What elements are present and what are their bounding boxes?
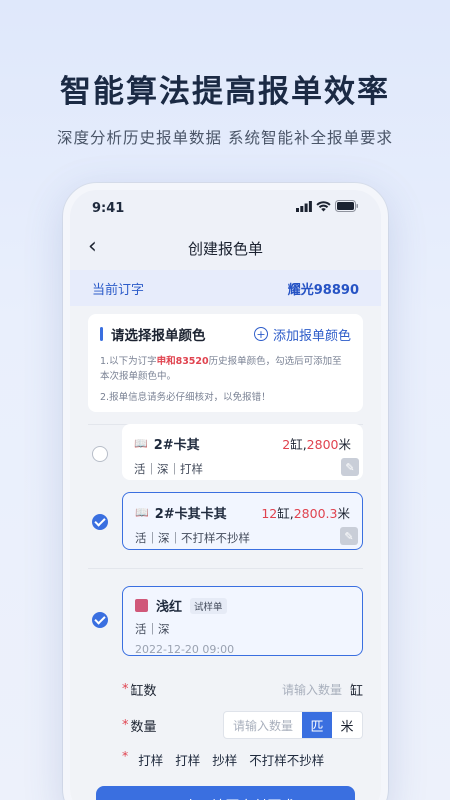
notice-line2: 2.报单信息请务必仔细核对，以免报错！ — [100, 392, 271, 403]
color-notice-card: 请选择报单颜色 + 添加报单颜色 1.以下为订字申和83520历史报单颜色，勾选… — [88, 314, 363, 412]
qty-count: 12 — [261, 506, 278, 521]
qty-unit: 米 — [337, 506, 350, 521]
plus-circle-icon: + — [253, 327, 268, 341]
signal-icon — [296, 200, 312, 216]
radio-card-1[interactable] — [92, 446, 108, 462]
vat-row: * 缸数 请输入数量 缸 — [122, 674, 363, 704]
option-sample-2[interactable]: 打样 — [173, 748, 202, 771]
card-attributes: 活｜深｜不打样不抄样 — [135, 531, 250, 545]
qty-unit: 缸, — [290, 437, 307, 452]
nav-bar: ‹ 创建报色单 — [70, 226, 381, 270]
accent-bar — [100, 327, 103, 341]
edit-icon[interactable]: ✎ — [341, 458, 359, 476]
required-mark: * — [122, 681, 129, 697]
battery-icon — [335, 200, 359, 216]
quantity-label: 数量 — [130, 719, 157, 735]
option-none[interactable]: 不打样不抄样 — [247, 748, 326, 771]
page-title: 创建报色单 — [187, 239, 263, 258]
order-label: 当前订字 — [92, 282, 145, 298]
book-icon: 📖 — [135, 506, 149, 519]
sample-attributes: 活｜深 — [135, 622, 170, 636]
quantity-input[interactable]: 请输入数量 — [224, 717, 302, 734]
notice-order-highlight: 申和83520 — [156, 356, 209, 367]
hero-subtitle: 深度分析历史报单数据 系统智能补全报单要求 — [57, 129, 393, 147]
option-sample[interactable]: 打样 — [136, 748, 165, 771]
sample-options: * 打样 打样 抄样 不打样不抄样 — [122, 748, 363, 771]
vat-label: 缸数 — [130, 683, 157, 699]
notice-title: 请选择报单颜色 — [111, 328, 206, 344]
phone-frame: 9:41 ‹ 创建报色单 当前订字 耀光98890 请选择报单颜色 + 添加报单… — [63, 183, 388, 800]
vat-input[interactable]: 请输入数量 — [282, 681, 342, 698]
required-mark: * — [122, 717, 129, 733]
sample-color-card[interactable]: 浅红 试样单 活｜深 2022-12-20 09:00 — [122, 586, 363, 656]
qty-count: 2 — [282, 437, 291, 452]
radio-sample[interactable] — [92, 612, 108, 628]
history-color-card[interactable]: 📖 2#卡其 2缸,2800米 活｜深｜打样 ✎ — [122, 424, 363, 480]
sample-date: 2022-12-20 09:00 — [135, 643, 235, 656]
wifi-icon — [316, 200, 331, 216]
vat-unit: 缸 — [349, 683, 363, 699]
unit-meter-toggle[interactable]: 米 — [332, 712, 362, 738]
notice-text: 1.以下为订字申和83520历史报单颜色，勾选后可添加至本次报单颜色中。 2.报… — [100, 354, 351, 405]
status-time: 9:41 — [92, 200, 125, 216]
card-attributes: 活｜深｜打样 — [134, 462, 203, 476]
status-icons — [296, 200, 359, 216]
radio-card-2[interactable] — [92, 514, 108, 530]
card-color-name: 2#卡其 — [153, 438, 200, 453]
option-copy[interactable]: 抄样 — [210, 748, 239, 771]
history-color-card[interactable]: 📖 2#卡其卡其 12缸,2800.3米 活｜深｜不打样不抄样 ✎ — [122, 492, 363, 550]
divider — [88, 568, 363, 569]
status-bar: 9:41 — [70, 190, 381, 226]
order-value: 耀光98890 — [287, 282, 359, 298]
next-step-button[interactable]: 下一步，填写交付要求 — [96, 786, 355, 800]
unit-piece-toggle[interactable]: 匹 — [302, 712, 332, 738]
quantity-input-group: 请输入数量 匹 米 — [223, 711, 363, 739]
hero-title: 智能算法提高报单效率 — [60, 74, 390, 110]
sample-color-name: 浅红 — [156, 600, 183, 615]
card-quantity: 2缸,2800米 — [282, 434, 351, 453]
card-header: 📖 2#卡其卡其 12缸,2800.3米 — [135, 503, 350, 522]
card-header: 📖 2#卡其 2缸,2800米 — [134, 434, 351, 453]
sample-tag: 试样单 — [190, 597, 227, 614]
notice-line1-pre: 1.以下为订字 — [100, 356, 157, 367]
book-icon: 📖 — [134, 437, 148, 450]
card-quantity: 12缸,2800.3米 — [261, 503, 350, 522]
qty-unit: 米 — [338, 437, 351, 452]
add-color-label: 添加报单颜色 — [272, 328, 351, 344]
add-color-button[interactable]: + 添加报单颜色 — [253, 325, 351, 344]
quantity-row: * 数量 请输入数量 匹 米 — [122, 710, 363, 740]
card-color-name: 2#卡其卡其 — [154, 507, 227, 522]
required-mark: * — [122, 748, 129, 763]
qty-unit: 缸, — [277, 506, 294, 521]
edit-icon[interactable]: ✎ — [340, 527, 358, 545]
order-bar: 当前订字 耀光98890 — [70, 270, 381, 306]
qty-amount: 2800 — [306, 437, 339, 452]
sample-header: 浅红 试样单 — [135, 596, 350, 615]
notice-header: 请选择报单颜色 + 添加报单颜色 — [100, 324, 351, 344]
color-swatch — [135, 599, 148, 612]
chevron-left-icon[interactable]: ‹ — [88, 236, 97, 258]
app-screen: 9:41 ‹ 创建报色单 当前订字 耀光98890 请选择报单颜色 + 添加报单… — [70, 190, 381, 800]
qty-amount: 2800.3 — [293, 506, 338, 521]
